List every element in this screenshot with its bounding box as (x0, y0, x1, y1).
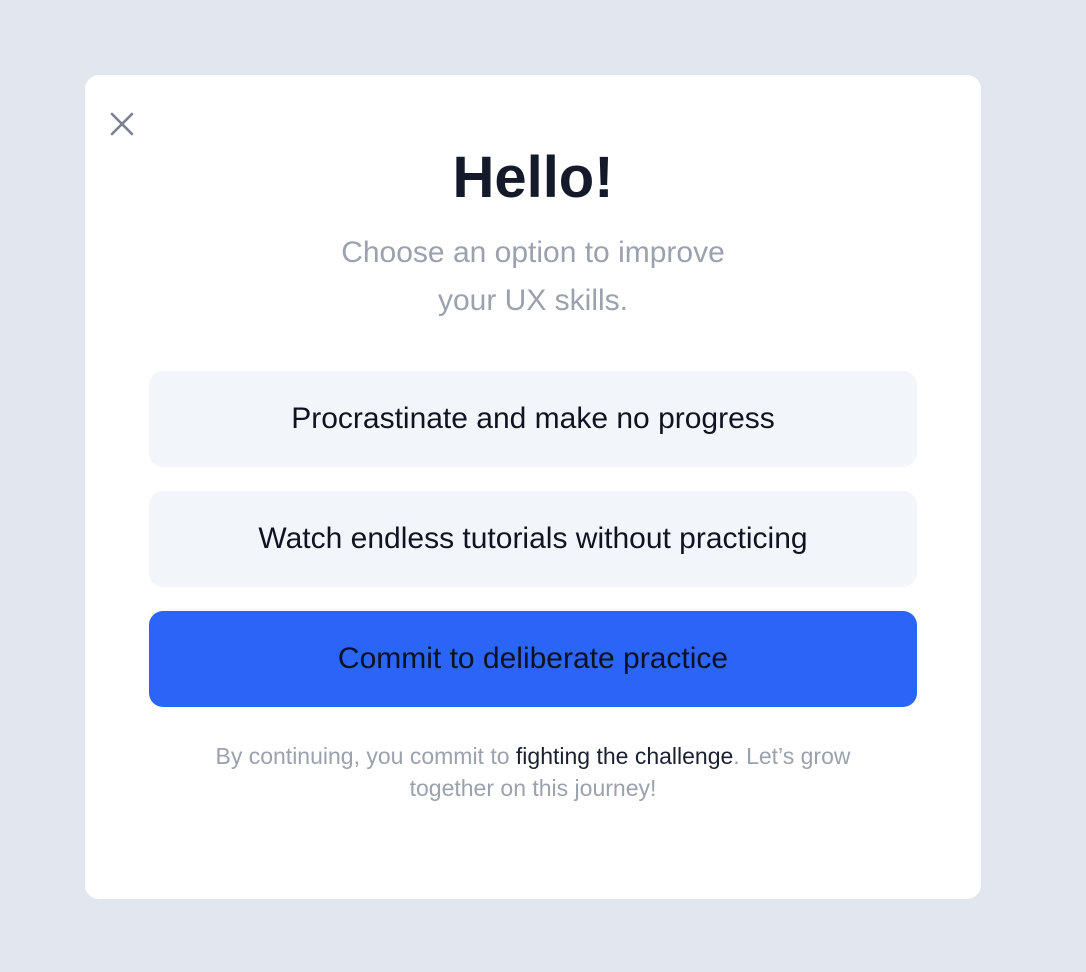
footer-highlight: fighting the challenge (515, 743, 734, 769)
footer-note: By continuing, you commit to fighting th… (149, 740, 917, 804)
dialog: Hello! Choose an option to improve your … (85, 75, 981, 899)
footer-line-2: together on this journey! (409, 775, 657, 801)
close-button[interactable] (107, 109, 137, 139)
commit-practice-option-button[interactable]: Commit to deliberate practice (149, 611, 917, 707)
watch-tutorials-option-button[interactable]: Watch endless tutorials without practici… (149, 491, 917, 587)
subtitle-line-1: Choose an option to improve (341, 236, 725, 269)
dialog-subtitle: Choose an option to improve your UX skil… (85, 229, 981, 325)
dialog-title: Hello! (452, 145, 614, 210)
footer-prefix: By continuing, you commit to (215, 743, 516, 769)
footer-suffix: . Let’s grow (733, 743, 851, 769)
procrastinate-option-button[interactable]: Procrastinate and make no progress (149, 371, 917, 467)
close-icon (110, 112, 134, 136)
subtitle-line-2: your UX skills. (437, 284, 629, 317)
